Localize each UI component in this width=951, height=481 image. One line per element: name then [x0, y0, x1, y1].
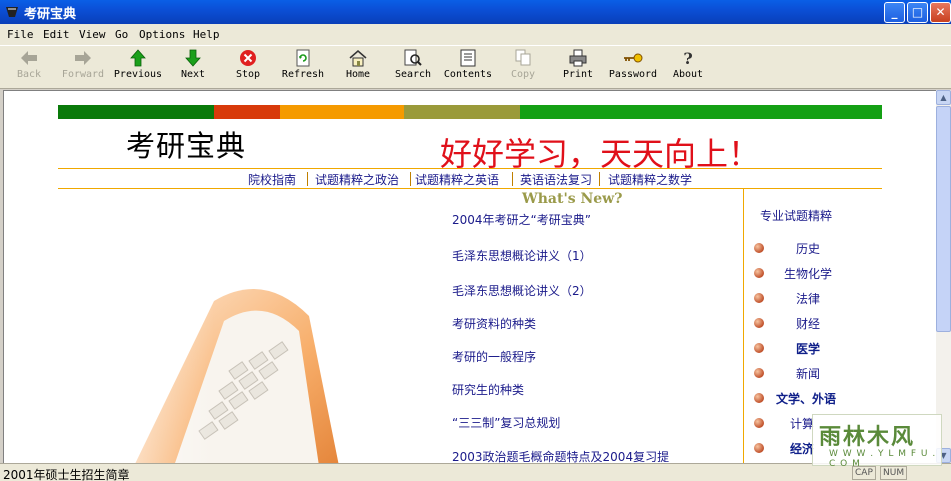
book-icon — [460, 49, 476, 67]
bullet-icon — [754, 293, 764, 303]
copy-icon — [515, 49, 531, 66]
close-button[interactable]: ✕ — [930, 2, 951, 23]
nav-separator — [512, 172, 513, 186]
news-link[interactable]: 2003政治题毛概命题特点及2004复习提 — [452, 448, 669, 463]
news-link[interactable]: 考研资料的种类 — [452, 315, 536, 332]
password-label: Password — [608, 69, 658, 80]
category-link-biochem[interactable]: 生物化学 — [784, 265, 832, 282]
bullet-icon — [754, 418, 764, 428]
up-arrow-icon — [130, 49, 146, 67]
nav-link-grammar[interactable]: 英语语法复习 — [520, 171, 592, 188]
window-title: 考研宝典 — [24, 7, 77, 22]
color-bar-segment — [280, 105, 404, 119]
watermark-url: W W W . Y L M F U . C O M — [829, 449, 937, 469]
watermark: 雨林木风 W W W . Y L M F U . C O M — [812, 414, 942, 469]
stop-label: Stop — [235, 69, 261, 80]
color-bar-segment — [58, 105, 214, 119]
back-arrow-icon — [21, 51, 37, 65]
nav-link-math[interactable]: 试题精粹之数学 — [608, 171, 692, 188]
bullet-icon — [754, 268, 764, 278]
home-label: Home — [345, 69, 371, 80]
refresh-label: Refresh — [281, 69, 325, 80]
back-label: Back — [16, 69, 42, 80]
menu-bar: File Edit View Go Options Help — [0, 24, 951, 45]
bullet-icon — [754, 443, 764, 453]
category-title: 专业试题精粹 — [760, 209, 833, 223]
bullet-icon — [754, 243, 764, 253]
maximize-button[interactable]: □ — [907, 2, 928, 23]
home-icon — [349, 50, 367, 67]
color-bar-segment — [520, 105, 882, 119]
category-link-economics[interactable]: 经济 — [790, 440, 814, 457]
news-link[interactable]: 考研的一般程序 — [452, 348, 536, 365]
nav-link-schools[interactable]: 院校指南 — [248, 171, 296, 188]
forward-label: Forward — [61, 69, 105, 80]
print-label: Print — [562, 69, 594, 80]
laptop-illustration — [64, 261, 364, 463]
color-bar-segment — [214, 105, 280, 119]
bullet-icon — [754, 343, 764, 353]
contents-label: Contents — [443, 69, 493, 80]
nav-link-politics[interactable]: 试题精粹之政治 — [315, 171, 399, 188]
copy-label: Copy — [510, 69, 536, 80]
bullet-icon — [754, 318, 764, 328]
search-label: Search — [394, 69, 432, 80]
category-link-law[interactable]: 法律 — [796, 290, 820, 307]
refresh-icon — [296, 49, 310, 67]
nav-separator — [410, 172, 411, 186]
divider — [58, 168, 882, 169]
title-bar: 考研宝典 _ □ ✕ — [0, 0, 951, 24]
category-link-history[interactable]: 历史 — [796, 240, 820, 257]
nav-separator — [307, 172, 308, 186]
toolbar: Back Forward Previous Next Stop Refresh … — [0, 45, 951, 89]
menu-view[interactable]: View — [79, 28, 106, 41]
svg-text:?: ? — [683, 49, 692, 67]
down-arrow-icon — [185, 49, 201, 67]
nav-separator — [599, 172, 600, 186]
minimize-button[interactable]: _ — [884, 2, 905, 23]
menu-file[interactable]: File — [7, 28, 34, 41]
status-bar: 2001年硕士生招生简章 CAP NUM — [0, 463, 951, 481]
category-link-finance[interactable]: 财经 — [796, 315, 820, 332]
category-link-medicine[interactable]: 医学 — [796, 340, 820, 357]
question-icon: ? — [683, 49, 692, 67]
app-icon — [6, 7, 18, 17]
sidebar-divider — [743, 189, 744, 463]
divider — [58, 188, 882, 189]
nav-bar: 院校指南 试题精粹之政治 试题精粹之英语 英语语法复习 试题精粹之数学 — [58, 170, 882, 188]
menu-help[interactable]: Help — [193, 28, 220, 41]
whats-new-heading: What's New? — [522, 191, 623, 207]
news-link[interactable]: 毛泽东思想概论讲义（2） — [452, 282, 592, 299]
nav-link-english[interactable]: 试题精粹之英语 — [415, 171, 499, 188]
news-link[interactable]: “三三制”复习总规划 — [452, 414, 560, 431]
news-link[interactable]: 研究生的种类 — [452, 381, 524, 398]
stop-icon — [240, 50, 256, 66]
watermark-text: 雨林木风 — [819, 425, 916, 450]
key-icon — [624, 53, 643, 63]
forward-arrow-icon — [75, 51, 91, 65]
news-link[interactable]: 毛泽东思想概论讲义（1） — [452, 247, 592, 264]
category-link-computing[interactable]: 计算 — [790, 415, 814, 432]
printer-icon — [569, 49, 587, 67]
next-label: Next — [180, 69, 206, 80]
scroll-up-button[interactable]: ▲ — [936, 90, 951, 105]
content-pane: 考研宝典 好好学习，天天向上！ 院校指南 试题精粹之政治 试题精粹之英语 英语语… — [3, 90, 936, 463]
status-text: 2001年硕士生招生简章 — [3, 468, 130, 481]
news-link[interactable]: 2004年考研之“考研宝典” — [452, 211, 591, 228]
menu-options[interactable]: Options — [139, 28, 185, 41]
menu-go[interactable]: Go — [115, 28, 128, 41]
category-link-literature[interactable]: 文学、外语 — [776, 390, 836, 407]
about-button[interactable]: ? About — [653, 49, 723, 80]
search-icon — [404, 49, 422, 66]
about-label: About — [672, 69, 704, 80]
bullet-icon — [754, 368, 764, 378]
bullet-icon — [754, 393, 764, 403]
color-bar-segment — [404, 105, 520, 119]
scroll-thumb[interactable] — [936, 106, 951, 332]
previous-label: Previous — [113, 69, 163, 80]
vertical-scrollbar[interactable]: ▲ ▼ — [936, 90, 951, 463]
site-title: 考研宝典 — [126, 129, 247, 163]
category-link-news[interactable]: 新闻 — [796, 365, 820, 382]
menu-edit[interactable]: Edit — [43, 28, 70, 41]
